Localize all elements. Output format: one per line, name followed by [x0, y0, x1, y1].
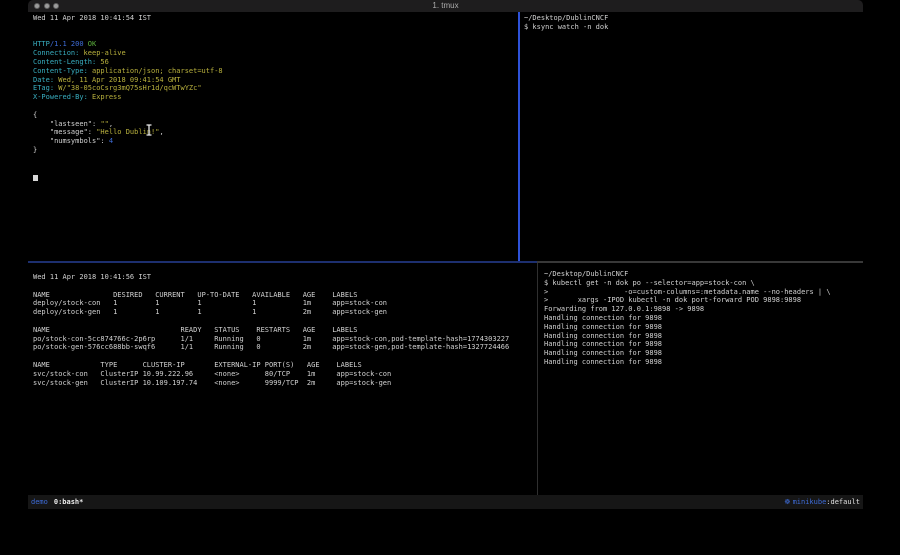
- http-reason: OK: [88, 40, 96, 48]
- http-protocol: HTTP: [33, 40, 50, 48]
- timestamp: Wed 11 Apr 2018 10:41:56 IST: [33, 273, 537, 282]
- pane-ksync[interactable]: ~/Desktop/DublinCNCF $ ksync watch -n do…: [520, 12, 863, 261]
- http-header: X-Powered-By:Express: [33, 93, 518, 102]
- minimize-button[interactable]: [44, 3, 50, 9]
- json-close-brace: }: [33, 146, 518, 155]
- status-left: demo 0:bash*: [31, 498, 83, 506]
- shell-cursor-line: [33, 172, 518, 181]
- window-title: 1. tmux: [28, 0, 863, 12]
- http-header: Content-Length:56: [33, 58, 518, 67]
- pane-port-forward[interactable]: ~/Desktop/DublinCNCF $ kubectl get -n do…: [538, 263, 863, 495]
- http-header: ETag:W/"38-05coCsrg3mQ75sHr1d/qcWTwYZc": [33, 84, 518, 93]
- tmux-window-label[interactable]: 0:bash*: [54, 498, 84, 506]
- kube-context: minikube: [793, 498, 827, 506]
- tmux-session-name: demo: [31, 498, 48, 506]
- close-button[interactable]: [34, 3, 40, 9]
- services-table: NAME TYPE CLUSTER-IP EXTERNAL-IP PORT(S)…: [33, 361, 537, 387]
- pane-http-response[interactable]: Wed 11 Apr 2018 10:41:54 IST HTTP/1.1 20…: [28, 12, 518, 261]
- json-message-line: "message": "Hello Dublin!",: [33, 128, 518, 137]
- kube-namespace: :default: [826, 498, 860, 506]
- status-right: ☸minikube:default: [784, 498, 860, 506]
- window-titlebar[interactable]: 1. tmux: [28, 0, 863, 12]
- json-open-brace: {: [33, 111, 518, 120]
- http-header: Content-Type:application/json; charset=u…: [33, 67, 518, 76]
- deployments-table: NAME DESIRED CURRENT UP-TO-DATE AVAILABL…: [33, 291, 537, 317]
- ksync-command: $ ksync watch -n dok: [524, 23, 863, 32]
- json-numsymbols-line: "numsymbols": 4: [33, 137, 518, 146]
- desktop-background: 1. tmux Wed 11 Apr 2018 10:41:54 IST HTT…: [0, 0, 900, 555]
- http-version-status: /1.1 200: [50, 40, 84, 48]
- mouse-cursor-ibeam: [145, 121, 153, 140]
- timestamp: Wed 11 Apr 2018 10:41:54 IST: [33, 14, 518, 23]
- port-forward-output: $ kubectl get -n dok po --selector=app=s…: [544, 279, 863, 367]
- http-header: Date:Wed, 11 Apr 2018 09:41:54 GMT: [33, 76, 518, 85]
- traffic-lights: [34, 3, 59, 9]
- cwd: ~/Desktop/DublinCNCF: [544, 270, 863, 279]
- pane-kubectl-resources[interactable]: Wed 11 Apr 2018 10:41:56 IST NAME DESIRE…: [28, 263, 537, 495]
- cwd: ~/Desktop/DublinCNCF: [524, 14, 863, 23]
- zoom-button[interactable]: [53, 3, 59, 9]
- terminal-area: Wed 11 Apr 2018 10:41:54 IST HTTP/1.1 20…: [28, 12, 863, 495]
- kubernetes-icon: ☸: [784, 498, 790, 506]
- http-status-line: HTTP/1.1 200 OK: [33, 40, 518, 49]
- tmux-status-bar: demo 0:bash* ☸minikube:default: [28, 495, 863, 509]
- terminal-cursor: [33, 175, 38, 181]
- json-lastseen-line: "lastseen": "",: [33, 120, 518, 129]
- pods-table: NAME READY STATUS RESTARTS AGE LABELS po…: [33, 326, 537, 352]
- terminal-window: 1. tmux Wed 11 Apr 2018 10:41:54 IST HTT…: [28, 0, 863, 509]
- http-header: Connection:keep-alive: [33, 49, 518, 58]
